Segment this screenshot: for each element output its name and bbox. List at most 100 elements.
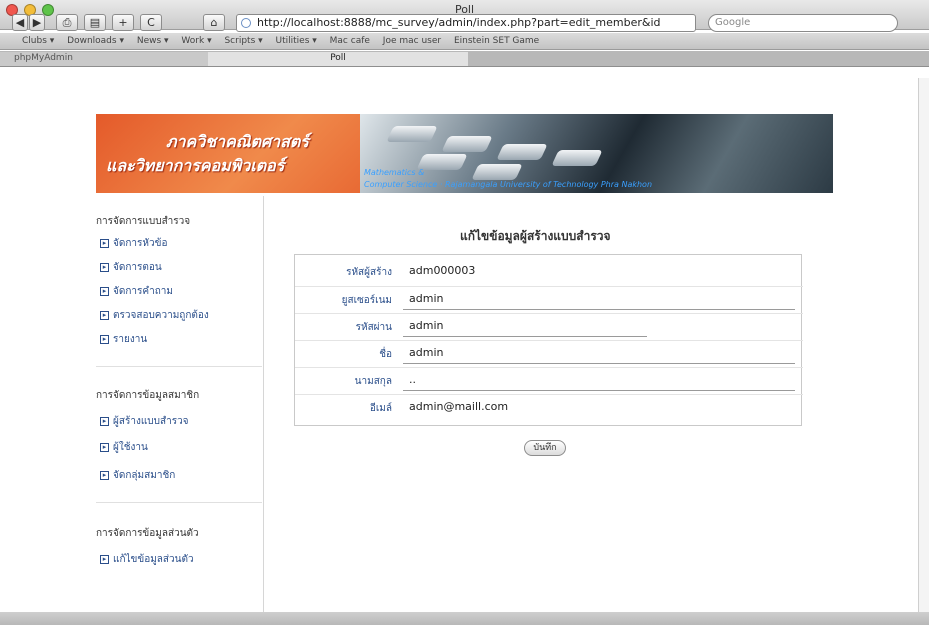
tab-label: Poll bbox=[330, 53, 346, 63]
row-divider bbox=[295, 313, 803, 314]
sidebar-item-label: แก้ไขข้อมูลส่วนตัว bbox=[113, 554, 194, 565]
keyboard-key-shape bbox=[496, 144, 548, 160]
page-title: แก้ไขข้อมูลผู้สร้างแบบสำรวจ bbox=[460, 229, 611, 243]
field-label: ชื่อ bbox=[379, 349, 392, 360]
banner-caption: Mathematics & bbox=[364, 168, 425, 177]
arrow-right-icon: ▸ bbox=[100, 239, 109, 248]
page-right-edge bbox=[918, 78, 929, 612]
bookmark-joe-mac-user[interactable]: Joe mac user bbox=[383, 33, 441, 49]
sidebar-item-label: จัดการตอน bbox=[113, 262, 162, 273]
sidebar-item-label: ตรวจสอบความถูกต้อง bbox=[113, 310, 209, 321]
sidebar-item-label: จัดการคำถาม bbox=[113, 286, 173, 297]
site-banner: ภาควิชาคณิตศาสตร์ และวิทยาการคอมพิวเตอร์… bbox=[96, 114, 833, 193]
sidebar-item-label: จัดกลุ่มสมาชิก bbox=[113, 470, 176, 481]
field-label: รหัสผ่าน bbox=[355, 322, 392, 333]
print-icon[interactable]: ⎙ bbox=[56, 14, 78, 31]
form-row-creator-id: รหัสผู้สร้าง adm000003 bbox=[295, 261, 803, 283]
field-label: อีเมล์ bbox=[369, 403, 392, 414]
banner-image: Mathematics & Computer Science · Rajaman… bbox=[360, 114, 833, 193]
creator-id-value: adm000003 bbox=[409, 264, 476, 277]
sidebar-heading-members: การจัดการข้อมูลสมาชิก bbox=[96, 390, 200, 401]
sidebar-item-manage-topics[interactable]: ▸ จัดการหัวข้อ bbox=[100, 236, 167, 251]
save-button[interactable]: บันทึก bbox=[524, 440, 566, 456]
banner-title-line2: และวิทยาการคอมพิวเตอร์ bbox=[106, 156, 285, 175]
row-divider bbox=[295, 340, 803, 341]
row-divider bbox=[295, 286, 803, 287]
bookmark-scripts[interactable]: Scripts ▾ bbox=[224, 33, 262, 49]
address-bar[interactable]: http://localhost:8888/mc_survey/admin/in… bbox=[236, 14, 696, 32]
banner-title-line1: ภาควิชาคณิตศาสตร์ bbox=[166, 132, 309, 151]
keyboard-key-shape bbox=[441, 136, 493, 152]
sidebar-item-label: ผู้สร้างแบบสำรวจ bbox=[113, 416, 189, 427]
bookmark-einstein[interactable]: Einstein SET Game bbox=[454, 33, 539, 49]
sidebar: การจัดการแบบสำรวจ ▸ จัดการหัวข้อ ▸ จัดการต… bbox=[96, 196, 264, 612]
url-text: http://localhost:8888/mc_survey/admin/in… bbox=[257, 16, 661, 29]
reload-icon[interactable]: C bbox=[140, 14, 162, 31]
keyboard-key-shape bbox=[471, 164, 523, 180]
arrow-right-icon: ▸ bbox=[100, 311, 109, 320]
add-bookmark-icon[interactable]: + bbox=[112, 14, 134, 31]
sidebar-divider bbox=[96, 502, 262, 503]
sidebar-item-label: ผู้ใช้งาน bbox=[113, 442, 148, 453]
sidebar-item-edit-profile[interactable]: ▸ แก้ไขข้อมูลส่วนตัว bbox=[100, 552, 194, 567]
arrow-right-icon: ▸ bbox=[100, 287, 109, 296]
sidebar-item-manage-questions[interactable]: ▸ จัดการคำถาม bbox=[100, 284, 173, 299]
arrow-right-icon: ▸ bbox=[100, 443, 109, 452]
field-label: นามสกุล bbox=[354, 376, 392, 387]
banner-logo: ภาควิชาคณิตศาสตร์ และวิทยาการคอมพิวเตอร์ bbox=[96, 114, 360, 193]
email-field[interactable]: admin@maill.com bbox=[403, 397, 647, 418]
arrow-right-icon: ▸ bbox=[100, 471, 109, 480]
field-label: รหัสผู้สร้าง bbox=[346, 267, 392, 278]
edit-creator-form: รหัสผู้สร้าง adm000003 ยูสเซอร์เนม admin… bbox=[294, 254, 803, 426]
sidebar-item-manage-parts[interactable]: ▸ จัดการตอน bbox=[100, 260, 162, 275]
bookmark-downloads[interactable]: Downloads ▾ bbox=[67, 33, 124, 49]
row-divider bbox=[295, 367, 803, 368]
bookmark-work[interactable]: Work ▾ bbox=[181, 33, 211, 49]
banner-caption: Computer Science · Rajamangala Universit… bbox=[364, 180, 653, 189]
forward-icon[interactable]: ▶ bbox=[29, 14, 45, 31]
sidebar-item-label: รายงาน bbox=[113, 334, 148, 345]
bookmark-clubs[interactable]: Clubs ▾ bbox=[22, 33, 54, 49]
tabs-bar: phpMyAdmin Poll bbox=[0, 51, 929, 67]
arrow-right-icon: ▸ bbox=[100, 263, 109, 272]
bookmarks-bar: Clubs ▾ Downloads ▾ News ▾ Work ▾ Script… bbox=[0, 33, 929, 50]
page-content: ภาควิชาคณิตศาสตร์ และวิทยาการคอมพิวเตอร์… bbox=[0, 68, 929, 612]
arrow-right-icon: ▸ bbox=[100, 417, 109, 426]
lastname-field[interactable]: .. bbox=[403, 370, 795, 391]
firstname-field[interactable]: admin bbox=[403, 343, 795, 364]
sidebar-item-survey-creators[interactable]: ▸ ผู้สร้างแบบสำรวจ bbox=[100, 414, 189, 429]
password-field[interactable]: admin bbox=[403, 316, 647, 337]
bookmark-news[interactable]: News ▾ bbox=[137, 33, 169, 49]
sidebar-heading-personal: การจัดการข้อมูลส่วนตัว bbox=[96, 528, 199, 539]
tab-label: phpMyAdmin bbox=[14, 53, 73, 63]
tab-phpmyadmin[interactable]: phpMyAdmin bbox=[0, 52, 208, 66]
keyboard-key-shape bbox=[386, 126, 438, 142]
form-row-lastname: นามสกุล .. bbox=[295, 370, 803, 392]
window-bottom-bar bbox=[0, 612, 929, 625]
home-icon[interactable]: ⌂ bbox=[203, 14, 225, 31]
bookmark-utilities[interactable]: Utilities ▾ bbox=[276, 33, 317, 49]
field-label: ยูสเซอร์เนม bbox=[341, 295, 392, 306]
keyboard-key-shape bbox=[551, 150, 603, 166]
form-row-username: ยูสเซอร์เนม admin bbox=[295, 289, 803, 311]
sidebar-item-validate[interactable]: ▸ ตรวจสอบความถูกต้อง bbox=[100, 308, 209, 323]
bookmark-mac-cafe[interactable]: Mac cafe bbox=[330, 33, 370, 49]
form-row-password: รหัสผ่าน admin bbox=[295, 316, 803, 338]
sidebar-item-member-groups[interactable]: ▸ จัดกลุ่มสมาชิก bbox=[100, 468, 175, 483]
form-row-firstname: ชื่อ admin bbox=[295, 343, 803, 365]
sidebar-item-report[interactable]: ▸ รายงาน bbox=[100, 332, 147, 347]
sidebar-item-label: จัดการหัวข้อ bbox=[113, 238, 168, 249]
arrow-right-icon: ▸ bbox=[100, 555, 109, 564]
tab-poll[interactable]: Poll bbox=[208, 52, 468, 66]
back-icon[interactable]: ◀ bbox=[12, 14, 28, 31]
arrow-right-icon: ▸ bbox=[100, 335, 109, 344]
sidebar-heading-survey: การจัดการแบบสำรวจ bbox=[96, 216, 191, 227]
username-field[interactable]: admin bbox=[403, 289, 795, 310]
sidebar-divider bbox=[96, 366, 262, 367]
row-divider bbox=[295, 394, 803, 395]
readlater-icon[interactable]: ▤ bbox=[84, 14, 106, 31]
page-icon bbox=[241, 18, 251, 28]
search-input[interactable]: Google bbox=[708, 14, 898, 32]
form-row-email: อีเมล์ admin@maill.com bbox=[295, 397, 803, 419]
sidebar-item-users[interactable]: ▸ ผู้ใช้งาน bbox=[100, 440, 148, 455]
